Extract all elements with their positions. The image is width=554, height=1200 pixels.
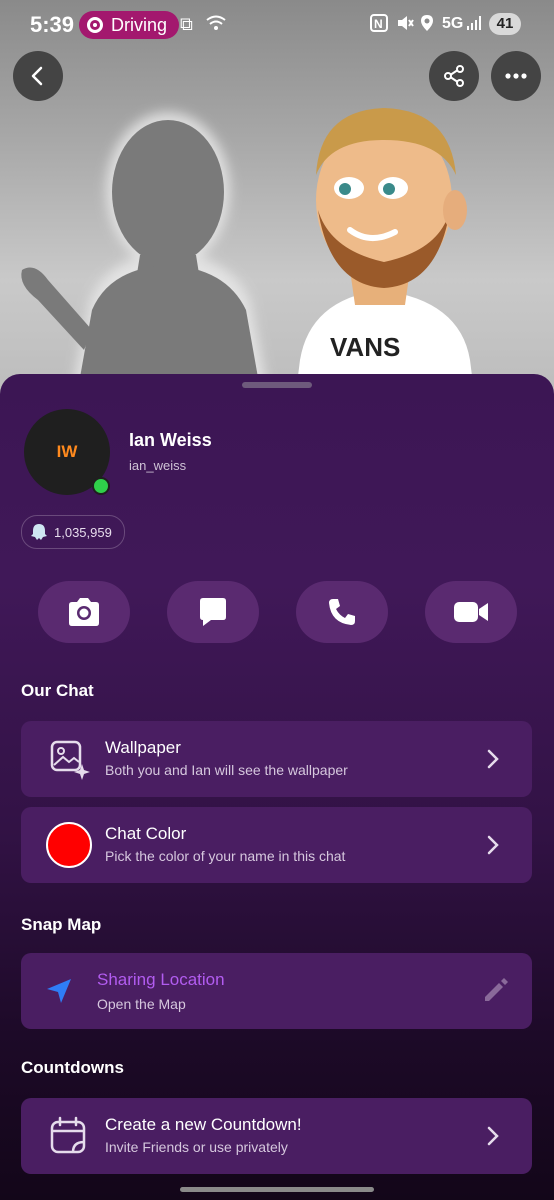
battery-indicator: 41 <box>489 13 521 35</box>
video-call-button[interactable] <box>425 581 517 643</box>
camera-button[interactable] <box>38 581 130 643</box>
chat-color-swatch <box>46 822 92 868</box>
snapscore-value: 1,035,959 <box>54 524 112 540</box>
chevron-right-icon <box>487 749 499 769</box>
ghost-icon <box>31 524 47 540</box>
status-bar: 5:39 Driving ⧉ N 5G 41 <box>0 0 554 50</box>
more-dots-icon <box>505 73 527 79</box>
back-button[interactable] <box>13 51 63 101</box>
open-map-subtitle: Open the Map <box>97 996 186 1012</box>
chat-button[interactable] <box>167 581 259 643</box>
countdown-subtitle: Invite Friends or use privately <box>105 1139 288 1155</box>
shirt-logo: VANS <box>330 332 400 362</box>
chevron-right-icon <box>487 835 499 855</box>
driving-label: Driving <box>111 14 168 35</box>
countdown-title: Create a new Countdown! <box>105 1115 302 1134</box>
phone-icon <box>329 599 355 625</box>
svg-text:N: N <box>374 17 383 31</box>
ghost-avatar-silhouette <box>21 120 262 400</box>
camera-icon <box>69 598 99 626</box>
chevron-right-icon <box>487 1126 499 1146</box>
online-status-dot <box>92 477 110 495</box>
back-arrow-icon <box>31 66 43 86</box>
chat-icon <box>200 598 226 626</box>
driving-icon <box>87 17 103 33</box>
share-button[interactable] <box>429 51 479 101</box>
profile-sheet: IW Ian Weiss ian_weiss 1,035,959 Our Cha… <box>0 374 554 1200</box>
wifi-icon <box>205 14 227 37</box>
wallpaper-title: Wallpaper <box>105 738 181 757</box>
chat-color-title: Chat Color <box>105 824 187 843</box>
location-icon <box>420 14 434 37</box>
share-icon <box>444 65 464 87</box>
signal-icon <box>466 14 482 35</box>
more-options-button[interactable] <box>491 51 541 101</box>
edit-pencil-icon[interactable] <box>482 976 510 1004</box>
chat-color-subtitle: Pick the color of your name in this chat <box>105 848 346 864</box>
wallpaper-icon <box>50 740 90 780</box>
create-countdown-row[interactable]: Create a new Countdown! Invite Friends o… <box>21 1098 532 1174</box>
avatar-initials: IW <box>56 442 78 461</box>
sharing-location-title: Sharing Location <box>97 970 225 989</box>
driving-indicator[interactable]: Driving <box>79 11 180 39</box>
countdowns-heading: Countdowns <box>21 1058 124 1077</box>
sharing-location-row[interactable]: Sharing Location Open the Map <box>21 953 532 1029</box>
mute-icon <box>396 14 414 37</box>
bitmoji-avatar: VANS <box>295 108 475 400</box>
screenshot-icon: ⧉ <box>180 14 193 34</box>
video-icon <box>454 602 488 622</box>
location-arrow-icon <box>47 979 71 1003</box>
drag-handle[interactable] <box>242 382 312 388</box>
our-chat-heading: Our Chat <box>21 681 94 700</box>
profile-name: Ian Weiss <box>129 430 212 450</box>
wallpaper-row[interactable]: Wallpaper Both you and Ian will see the … <box>21 721 532 797</box>
calendar-icon <box>50 1116 86 1154</box>
home-indicator[interactable] <box>180 1187 374 1192</box>
chat-color-row[interactable]: Chat Color Pick the color of your name i… <box>21 807 532 883</box>
snapscore-badge[interactable]: 1,035,959 <box>21 515 125 549</box>
nfc-icon: N <box>370 14 388 37</box>
profile-username: ian_weiss <box>129 458 187 473</box>
snap-map-heading: Snap Map <box>21 915 102 934</box>
status-time: 5:39 <box>30 12 75 37</box>
wallpaper-subtitle: Both you and Ian will see the wallpaper <box>105 762 348 778</box>
network-type: 5G <box>442 15 464 32</box>
call-button[interactable] <box>296 581 388 643</box>
